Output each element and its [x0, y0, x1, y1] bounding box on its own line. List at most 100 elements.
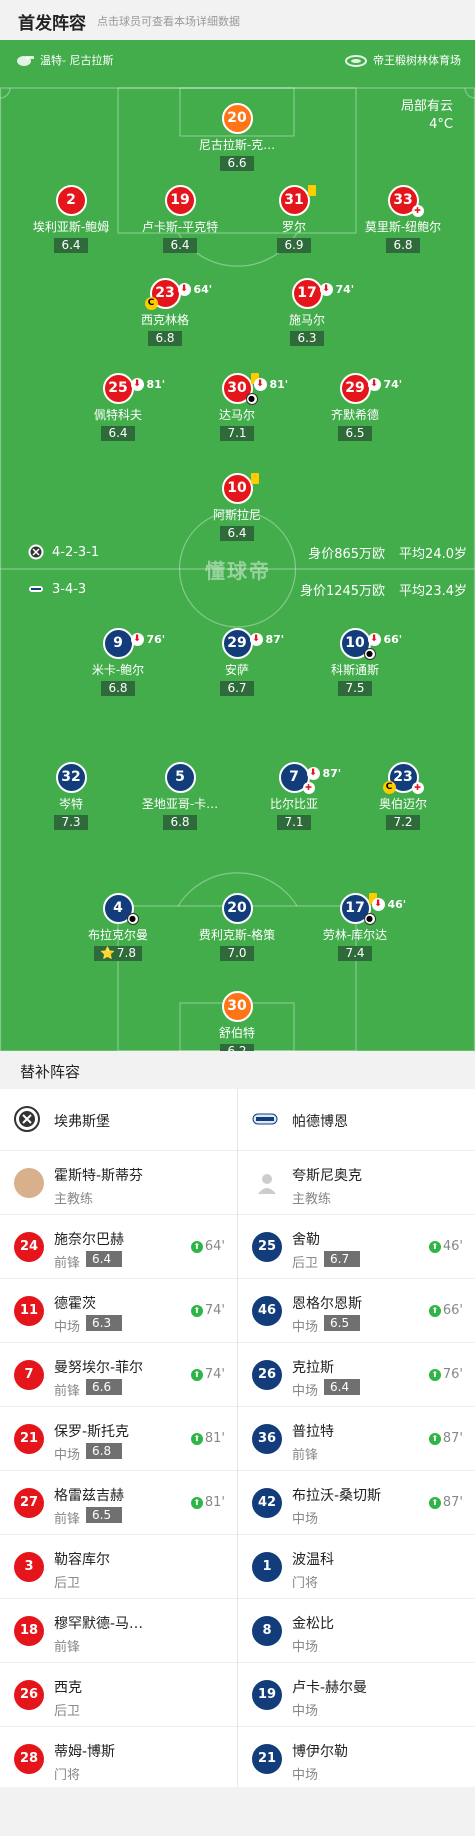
jersey-number: 31 — [278, 185, 316, 216]
player-name: 蒂姆-博斯 — [54, 1744, 116, 1760]
yellow-card-icon — [307, 185, 316, 196]
jersey-number: 10 — [221, 473, 259, 504]
minute-text: 64' — [204, 1239, 225, 1254]
home-player[interactable]: 33 ✚ 莫里斯-纽鲍尔 6.8 — [348, 185, 458, 253]
sub-player-row[interactable]: 3 勒容库尔 后卫 — [0, 1535, 237, 1599]
sub-minute: 87' — [322, 767, 342, 780]
jersey-number: 30 ● ⬇ 81' — [221, 373, 288, 405]
home-player[interactable]: 25 ⬇ 81' 佩特科夫 6.4 — [63, 373, 173, 441]
coach-role: 主教练 — [54, 1192, 94, 1207]
player-name: 安萨 — [224, 663, 249, 677]
home-subs-column: 埃弗斯堡 霍斯特-斯蒂芬 主教练 24 施奈尔巴赫 前锋 6.4 ⬆ 64' 11 德霍茨 中场 6.3… — [0, 1089, 237, 1791]
home-player[interactable]: 17 ⬇ 74' 施马尔 6.3 — [252, 278, 362, 346]
sub-player-row[interactable]: 1 波温科 门将 — [238, 1535, 475, 1599]
sub-player-row[interactable]: 11 德霍茨 中场 6.3 ⬆ 74' — [0, 1279, 237, 1343]
sub-team-name: 帕德博恩 — [292, 1114, 348, 1130]
player-position: 后卫 — [54, 1576, 81, 1591]
away-player[interactable]: 4 ● 布拉克尔曼 ⭐ 7.8 — [63, 893, 173, 961]
jersey-number: 7 ✚ ⬇ 87' — [278, 762, 341, 794]
away-team-stats: 身价1245万欧 平均23.4岁 — [300, 577, 467, 601]
sub-player-row[interactable]: 25 舍勒 后卫 6.7 ⬆ 46' — [238, 1215, 475, 1279]
sub-player-row[interactable]: 21 博伊尔勒 中场 — [238, 1727, 475, 1791]
coach-row[interactable]: 霍斯特-斯蒂芬 主教练 — [0, 1151, 237, 1215]
sub-player-row[interactable]: 24 施奈尔巴赫 前锋 6.4 ⬆ 64' — [0, 1215, 237, 1279]
sub-team-row[interactable]: 埃弗斯堡 — [0, 1089, 237, 1151]
player-position: 前锋 — [54, 1256, 81, 1271]
weather-condition: 局部有云 — [400, 99, 453, 114]
away-team-avg-age: 平均23.4岁 — [399, 583, 467, 599]
watermark-logo: 懂球帝 — [205, 559, 271, 583]
away-player[interactable]: 17 ● ⬇ 46' 劳林-库尔达 7.4 — [300, 893, 410, 961]
minute-text: 81' — [204, 1495, 225, 1510]
home-team-value: 身价865万欧 — [308, 546, 386, 562]
away-player[interactable]: 30 舒伯特 6.2 — [182, 991, 292, 1051]
sub-player-row[interactable]: 36 普拉特 前锋 ⬆ 87' — [238, 1407, 475, 1471]
sub-team-row[interactable]: 帕德博恩 — [238, 1089, 475, 1151]
home-player[interactable]: 2 埃利亚斯-鲍姆 6.4 — [16, 185, 126, 253]
away-player[interactable]: 7 ✚ ⬇ 87' 比尔比亚 7.1 — [239, 762, 349, 830]
rating-value: 6.4 — [108, 426, 128, 440]
away-formation-row[interactable]: 3-4-3 — [28, 577, 86, 601]
away-player[interactable]: 9 ⬇ 76' 米卡-鲍尔 6.8 — [63, 628, 173, 696]
home-player[interactable]: 10 阿斯拉尼 6.4 — [182, 473, 292, 541]
sub-player-row[interactable]: 19 卢卡-赫尔曼 中场 — [238, 1663, 475, 1727]
sub-minute: 76' — [146, 633, 166, 646]
player-rating: 6.5 — [338, 426, 372, 441]
stadium-icon — [345, 55, 367, 67]
home-player[interactable]: 23 C ⬇ 64' 西克林格 6.8 — [110, 278, 220, 346]
player-position: 中场 — [292, 1512, 319, 1527]
home-player[interactable]: 19 卢卡斯-平克特 6.4 — [125, 185, 235, 253]
away-player[interactable]: 32 岑特 7.3 — [16, 762, 126, 830]
sub-on-minute: ⬆ 76' — [428, 1367, 463, 1382]
sub-player-row[interactable]: 7 曼努埃尔-菲尔 前锋 6.6 ⬆ 74' — [0, 1343, 237, 1407]
star-icon: ⭐ — [99, 946, 115, 960]
sub-player-row[interactable]: 26 克拉斯 中场 6.4 ⬆ 76' — [238, 1343, 475, 1407]
home-player[interactable]: 20 尼古拉斯-克… 6.6 — [182, 103, 292, 171]
player-name: 西克林格 — [140, 313, 189, 327]
player-rating: 7.2 — [386, 815, 420, 830]
sub-player-row[interactable]: 21 保罗-斯托克 中场 6.8 ⬆ 81' — [0, 1407, 237, 1471]
sub-player-row[interactable]: 18 穆罕默德-马… 前锋 — [0, 1599, 237, 1663]
coach-row[interactable]: 夸斯尼奥克 主教练 — [238, 1151, 475, 1215]
injury-icon: ✚ — [411, 782, 424, 794]
home-player[interactable]: 30 ● ⬇ 81' 达马尔 7.1 — [182, 373, 292, 441]
jersey-number: 1 — [252, 1552, 282, 1582]
jersey-number: 8 — [252, 1616, 282, 1646]
sub-off-icon: ⬇ — [306, 767, 320, 780]
player-name: 齐默希德 — [330, 408, 379, 422]
away-player[interactable]: 23 C ✚ 奥伯迈尔 7.2 — [348, 762, 458, 830]
rating-value: 7.8 — [116, 946, 137, 960]
home-formation-row[interactable]: 4-2-3-1 — [28, 540, 99, 564]
sub-player-row[interactable]: 27 格雷兹吉赫 前锋 6.5 ⬆ 81' — [0, 1471, 237, 1535]
sub-player-row[interactable]: 42 布拉沃-桑切斯 中场 ⬆ 87' — [238, 1471, 475, 1535]
away-player[interactable]: 10 ● ⬇ 66' 科斯通斯 7.5 — [300, 628, 410, 696]
away-player[interactable]: 5 圣地亚哥-卡… 6.8 — [125, 762, 235, 830]
player-rating: 6.8 — [101, 681, 135, 696]
jersey-number: 46 — [252, 1296, 282, 1326]
sub-player-row[interactable]: 28 蒂姆-博斯 门将 — [0, 1727, 237, 1791]
sub-player-row[interactable]: 46 恩格尔恩斯 中场 6.5 ⬆ 66' — [238, 1279, 475, 1343]
sub-on-icon: ⬆ — [428, 1240, 441, 1253]
away-player[interactable]: 29 ⬇ 87' 安萨 6.7 — [182, 628, 292, 696]
home-player[interactable]: 31 罗尔 6.9 — [239, 185, 349, 253]
sub-player-row[interactable]: 26 西克 后卫 — [0, 1663, 237, 1727]
substitution-info: ⬇ 81' — [130, 371, 165, 398]
jersey-number: 4 ● — [102, 893, 139, 925]
sub-off-icon: ⬇ — [371, 898, 385, 911]
jersey-number: 42 — [252, 1488, 282, 1518]
rating-value: 7.4 — [345, 946, 365, 960]
away-player[interactable]: 20 费利克斯-格策 7.0 — [182, 893, 292, 961]
minute-text: 74' — [204, 1367, 225, 1382]
jersey-number: 2 — [55, 185, 87, 216]
sub-on-minute: ⬆ 74' — [190, 1367, 225, 1382]
home-player[interactable]: 29 ⬇ 74' 齐默希德 6.5 — [300, 373, 410, 441]
sub-player-row[interactable]: 8 金松比 中场 — [238, 1599, 475, 1663]
player-name: 布拉沃-桑切斯 — [292, 1488, 382, 1504]
player-name: 尼古拉斯-克… — [198, 138, 276, 152]
captain-icon: C — [382, 781, 396, 794]
jersey-number: 23 C ✚ — [382, 762, 424, 794]
sub-on-icon: ⬆ — [190, 1240, 203, 1253]
jersey-number: 17 ⬇ 74' — [291, 278, 354, 309]
player-name: 比尔比亚 — [269, 797, 318, 811]
jersey-number: 33 ✚ — [387, 185, 424, 217]
